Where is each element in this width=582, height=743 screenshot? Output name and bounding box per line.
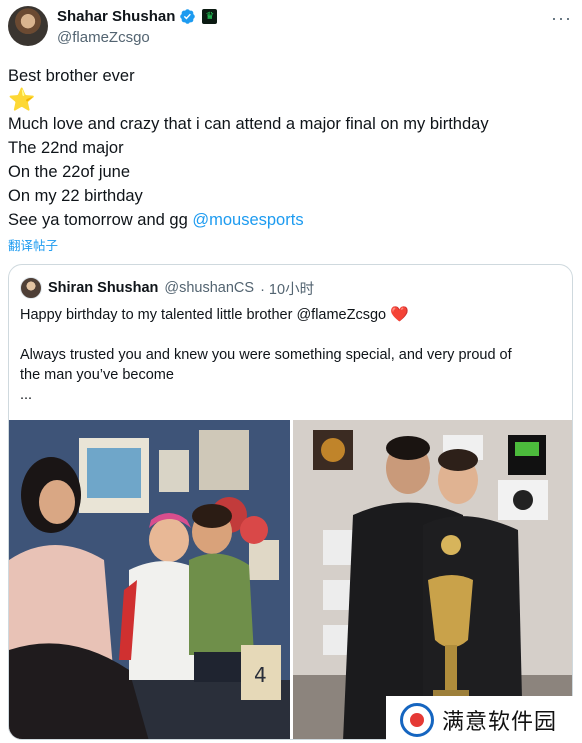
svg-text:4: 4 bbox=[254, 663, 267, 687]
affiliate-badge-icon: ♛ bbox=[202, 9, 218, 24]
photo-trophy[interactable] bbox=[293, 420, 572, 739]
watermark-text: 满意软件园 bbox=[442, 709, 558, 735]
tweet-line: Much love and crazy that i can attend a … bbox=[8, 115, 489, 133]
author-handle[interactable]: @flameZcsgo bbox=[57, 29, 150, 46]
verified-badge-icon bbox=[180, 9, 196, 24]
tweet-line: The 22nd major bbox=[8, 139, 124, 157]
watermark: 满意软件园 bbox=[386, 696, 582, 743]
author-avatar[interactable] bbox=[8, 6, 48, 46]
quoted-avatar[interactable] bbox=[20, 277, 42, 299]
tweet-header: Shahar Shushan ♛ @flameZcsgo ··· bbox=[8, 6, 574, 50]
quoted-media: 4 bbox=[9, 420, 572, 739]
quoted-line: Always trusted you and knew you were som… bbox=[20, 347, 512, 363]
tweet-line: See ya tomorrow and gg @mousesports bbox=[8, 208, 574, 232]
more-horizontal-icon[interactable]: ··· bbox=[551, 8, 572, 29]
quoted-text: Happy birthday to my talented little bro… bbox=[20, 305, 560, 405]
photo-trophy-illustration bbox=[293, 420, 572, 739]
photo-childhood-illustration: 4 bbox=[9, 420, 290, 739]
mention-link[interactable]: @mousesports bbox=[192, 211, 303, 229]
tweet-line-text: See ya tomorrow and gg bbox=[8, 211, 193, 229]
author-name-row: Shahar Shushan ♛ bbox=[57, 8, 218, 25]
quoted-display-name[interactable]: Shiran Shushan bbox=[48, 280, 158, 296]
translate-post-link[interactable]: 翻译帖子 bbox=[8, 235, 58, 254]
quoted-line: the man you’ve become bbox=[20, 367, 174, 383]
star-emoji-icon: ⭐ bbox=[8, 87, 36, 112]
quoted-line: ... bbox=[20, 387, 33, 403]
author-display-name[interactable]: Shahar Shushan bbox=[57, 8, 175, 25]
quoted-handle[interactable]: @shushanCS bbox=[164, 280, 254, 296]
heart-emoji-icon: ❤️ bbox=[390, 306, 409, 323]
tweet-text: Best brother ever ⭐ Much love and crazy … bbox=[8, 64, 574, 232]
photo-childhood[interactable]: 4 bbox=[9, 420, 290, 739]
quoted-timestamp[interactable]: · 10小时 bbox=[260, 278, 314, 299]
quoted-tweet[interactable]: Shiran Shushan @shushanCS · 10小时 Happy b… bbox=[8, 264, 573, 740]
quoted-header: Shiran Shushan @shushanCS · 10小时 bbox=[20, 277, 314, 299]
quoted-line: Happy birthday to my talented little bro… bbox=[20, 305, 560, 325]
tweet-line: On my 22 birthday bbox=[8, 187, 143, 205]
quoted-line-text: Happy birthday to my talented little bro… bbox=[20, 307, 387, 323]
tweet-line: Best brother ever bbox=[8, 67, 135, 85]
tweet-line: On the 22of june bbox=[8, 163, 131, 181]
watermark-logo-icon bbox=[400, 702, 434, 737]
